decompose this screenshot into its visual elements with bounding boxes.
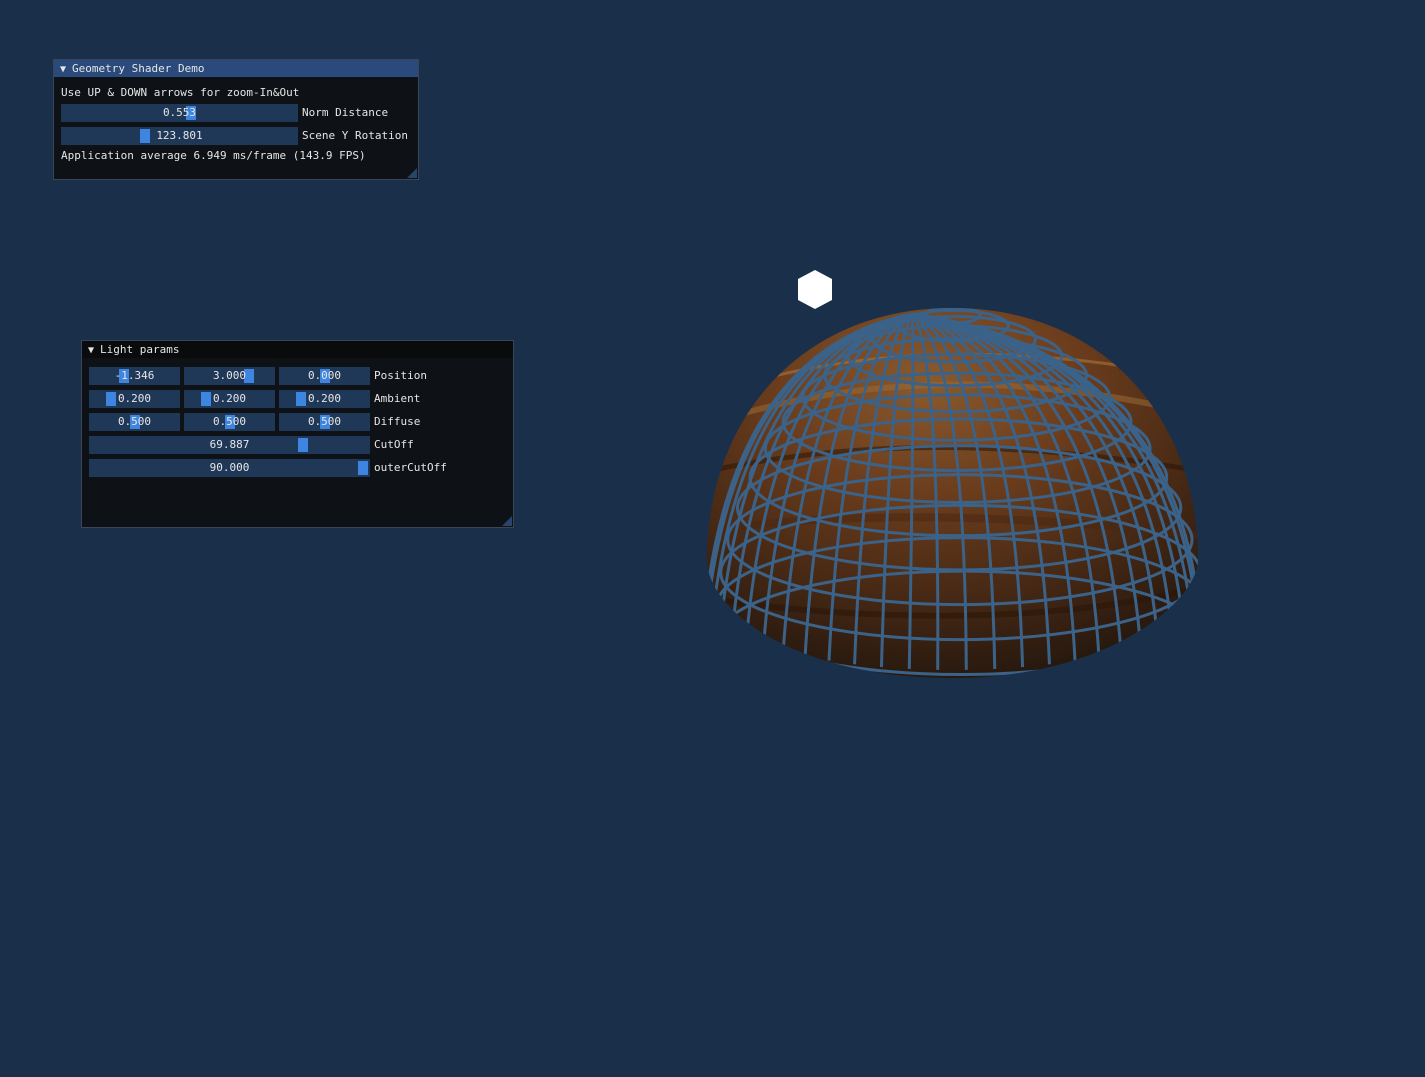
slider-value: 123.801 xyxy=(156,129,203,142)
ambient-r-slider[interactable]: 0.200 xyxy=(89,390,180,408)
slider-value: 0.500 xyxy=(117,415,152,428)
norm-distance-label: Norm Distance xyxy=(302,106,389,119)
slider-value: 0.200 xyxy=(307,392,342,405)
slider-value: 0.200 xyxy=(212,392,247,405)
fps-stats-text: Application average 6.949 ms/frame (143.… xyxy=(61,149,366,162)
slider-value: 3.000 xyxy=(212,369,247,382)
slider-value: 0.500 xyxy=(307,415,342,428)
cutoff-slider[interactable]: 69.887 xyxy=(89,436,370,454)
scene-y-rotation-slider[interactable]: 123.801 xyxy=(61,127,298,145)
outer-cutoff-label: outerCutOff xyxy=(374,461,447,474)
position-label: Position xyxy=(374,369,427,382)
ambient-b-slider[interactable]: 0.200 xyxy=(279,390,370,408)
instructions-text: Use UP & DOWN arrows for zoom-In&Out xyxy=(61,86,300,99)
resize-grip-icon[interactable] xyxy=(502,516,512,526)
resize-grip-icon[interactable] xyxy=(407,168,417,178)
window-title: Geometry Shader Demo xyxy=(72,62,205,75)
slider-value: 0.500 xyxy=(212,415,247,428)
position-y-slider[interactable]: 3.000 xyxy=(184,367,275,385)
diffuse-r-slider[interactable]: 0.500 xyxy=(89,413,180,431)
slider-value: 0.000 xyxy=(307,369,342,382)
dome-mesh xyxy=(707,308,1198,678)
diffuse-label: Diffuse xyxy=(374,415,421,428)
slider-value: 69.887 xyxy=(209,438,250,451)
ambient-label: Ambient xyxy=(374,392,421,405)
scene-y-rotation-label: Scene Y Rotation xyxy=(302,129,408,142)
position-z-slider[interactable]: 0.000 xyxy=(279,367,370,385)
light-cube xyxy=(798,270,832,309)
slider-value: 0.200 xyxy=(117,392,152,405)
collapse-arrow-icon[interactable]: ▼ xyxy=(88,342,100,359)
slider-value: 90.000 xyxy=(209,461,250,474)
norm-distance-slider[interactable]: 0.553 xyxy=(61,104,298,122)
light-params-window[interactable]: ▼ Light params -1.346 3.000 0.000 Positio… xyxy=(81,340,514,528)
position-x-slider[interactable]: -1.346 xyxy=(89,367,180,385)
slider-value: 0.553 xyxy=(162,106,197,119)
geometry-shader-window[interactable]: ▼ Geometry Shader Demo Use UP & DOWN arro… xyxy=(53,59,419,180)
window-titlebar[interactable]: ▼ Geometry Shader Demo xyxy=(54,60,418,77)
diffuse-b-slider[interactable]: 0.500 xyxy=(279,413,370,431)
slider-value: -1.346 xyxy=(114,369,155,382)
diffuse-g-slider[interactable]: 0.500 xyxy=(184,413,275,431)
ambient-g-slider[interactable]: 0.200 xyxy=(184,390,275,408)
window-titlebar[interactable]: ▼ Light params xyxy=(82,341,513,358)
window-title: Light params xyxy=(100,343,180,356)
cutoff-label: CutOff xyxy=(374,438,414,451)
collapse-arrow-icon[interactable]: ▼ xyxy=(60,61,72,78)
outer-cutoff-slider[interactable]: 90.000 xyxy=(89,459,370,477)
